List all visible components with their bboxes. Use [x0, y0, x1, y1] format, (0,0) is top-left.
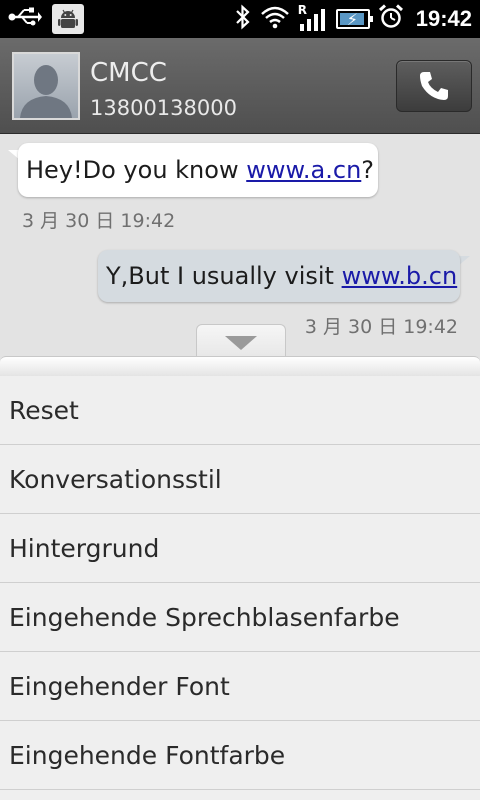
bluetooth-icon: [234, 4, 252, 34]
person-silhouette-icon: [20, 65, 72, 118]
menu-item-incoming-font[interactable]: Eingehender Font: [0, 652, 480, 721]
menu-item-incoming-bubble-color[interactable]: Eingehende Sprechblasenfarbe: [0, 583, 480, 652]
outgoing-message-bubble[interactable]: Y,But I usually visit www.b.cn: [98, 250, 460, 302]
clock: 19:42: [415, 6, 472, 31]
message-text-suffix: ?: [361, 156, 375, 184]
menu-collapse-handle[interactable]: [196, 324, 286, 360]
avatar[interactable]: [12, 52, 80, 120]
chevron-down-icon: [225, 335, 257, 350]
menu-item-reset[interactable]: Reset: [0, 376, 480, 445]
message-timestamp: 3 月 30 日 19:42: [22, 210, 176, 232]
message-text: Y,But I usually visit: [106, 262, 342, 290]
phone-icon: [420, 72, 448, 100]
message-timestamp: 3 月 30 日 19:42: [304, 316, 458, 338]
message-link[interactable]: www.a.cn: [246, 156, 361, 184]
menu-item-conversation-style[interactable]: Konversationsstil: [0, 445, 480, 514]
menu-item-background[interactable]: Hintergrund: [0, 514, 480, 583]
contact-number: 13800138000: [90, 96, 237, 120]
menu-panel-edge: [0, 356, 480, 376]
wifi-icon: [260, 5, 290, 33]
android-debug-icon: [52, 4, 84, 34]
roaming-signal-icon: R: [298, 3, 328, 32]
options-menu: Reset Konversationsstil Hintergrund Eing…: [0, 376, 480, 800]
message-link[interactable]: www.b.cn: [342, 262, 458, 290]
incoming-message-bubble[interactable]: Hey!Do you know www.a.cn ?: [18, 143, 378, 197]
contact-name: CMCC: [90, 58, 167, 88]
contact-header: CMCC 13800138000: [0, 38, 480, 134]
battery-charging-icon: ⚡: [335, 9, 373, 29]
menu-item-incoming-font-color[interactable]: Eingehende Fontfarbe: [0, 721, 480, 790]
usb-icon: [8, 6, 42, 32]
status-bar: R ⚡ 19:42: [0, 0, 480, 38]
message-text: Hey!Do you know: [26, 156, 247, 184]
alarm-icon: [378, 4, 404, 34]
call-button[interactable]: [396, 60, 472, 112]
